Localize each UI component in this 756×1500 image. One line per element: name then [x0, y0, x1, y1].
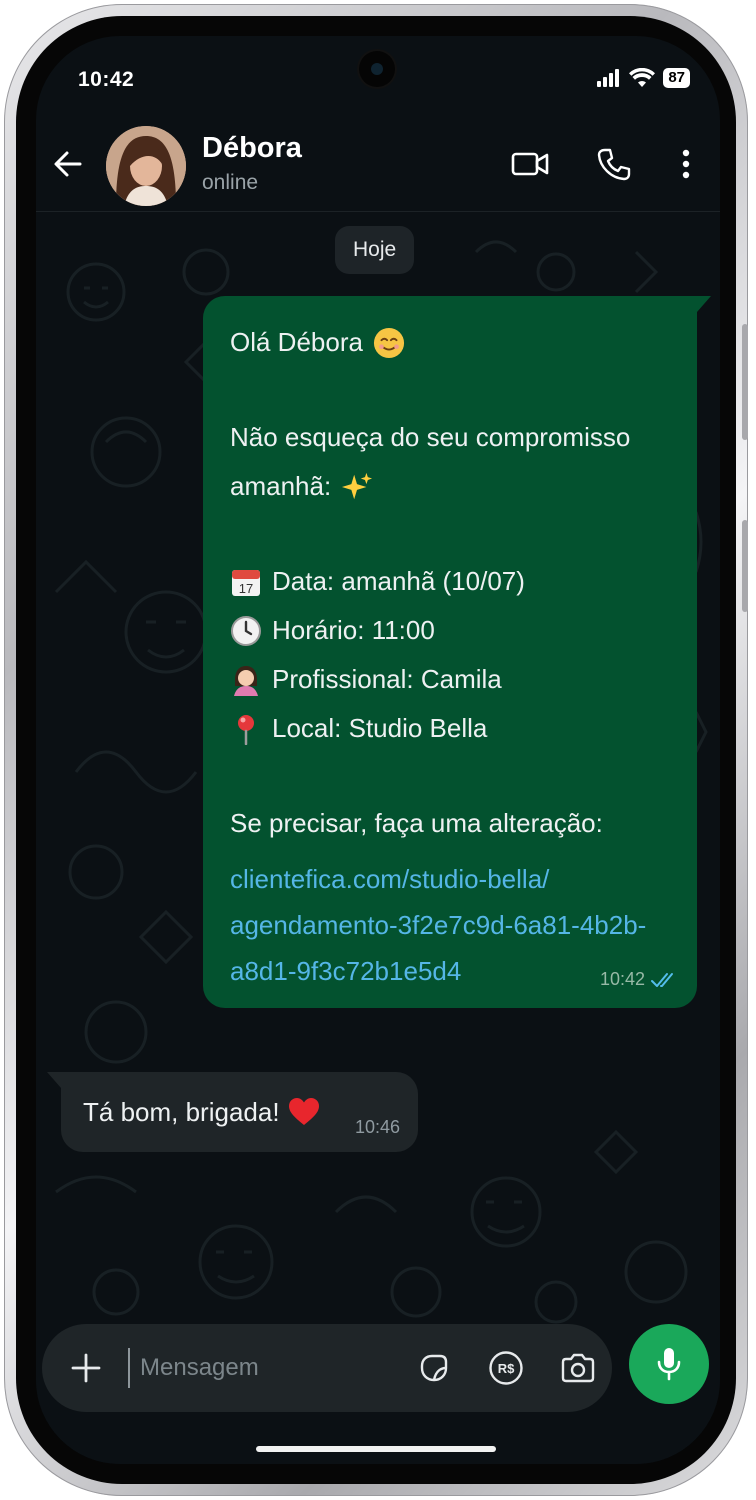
video-call-icon	[511, 152, 549, 176]
message-composer: R$	[42, 1324, 612, 1412]
message-input[interactable]	[140, 1344, 400, 1392]
back-arrow-icon	[54, 151, 82, 177]
woman-emoji-icon	[230, 664, 262, 696]
payment-icon: R$	[489, 1351, 523, 1385]
svg-text:R$: R$	[498, 1361, 515, 1376]
message-line: Se precisar, faça uma alteração:	[230, 799, 670, 848]
camera-icon	[561, 1353, 595, 1383]
reminder-text-cont: amanhã:	[230, 471, 332, 501]
smile-emoji-icon	[373, 327, 405, 359]
time-line: Horário: 11:00	[230, 606, 670, 655]
attach-button[interactable]	[64, 1346, 108, 1390]
contact-status: online	[202, 171, 259, 194]
back-button[interactable]	[46, 142, 90, 186]
more-options-icon	[682, 149, 690, 179]
message-line: Não esqueça do seu compromisso	[230, 413, 670, 462]
date-text: Data: amanhã (10/07)	[272, 566, 525, 596]
message-meta: 10:42	[600, 969, 679, 990]
calendar-emoji-icon: 17	[230, 566, 262, 598]
wifi-icon	[629, 68, 656, 87]
volume-button	[742, 324, 748, 440]
clock-emoji-icon	[230, 615, 262, 647]
status-time: 10:42	[78, 68, 135, 91]
sticker-icon	[420, 1354, 448, 1382]
mic-icon	[657, 1348, 681, 1381]
svg-text:17: 17	[239, 581, 253, 596]
incoming-message-bubble[interactable]: Tá bom, brigada! 10:46	[47, 1072, 418, 1152]
text-cursor	[128, 1348, 130, 1388]
contact-name[interactable]: Débora	[202, 132, 302, 165]
location-line: Local: Studio Bella	[230, 704, 670, 753]
signal-icon	[597, 69, 620, 87]
home-indicator[interactable]	[256, 1446, 496, 1452]
change-prompt-text: Se precisar, faça uma alteração:	[230, 808, 603, 838]
status-bar: 10:42 87	[36, 36, 720, 120]
chat-area[interactable]: Hoje Olá Débora Não esqueça do seu compr…	[36, 212, 720, 1324]
voice-call-button[interactable]	[590, 140, 638, 188]
incoming-message-content: Tá bom, brigada!	[83, 1096, 330, 1128]
location-text: Local: Studio Bella	[272, 713, 488, 743]
time-text: Horário: 11:00	[272, 615, 435, 645]
received-time: 10:46	[354, 1117, 400, 1137]
sparkles-emoji-icon	[341, 471, 373, 503]
incoming-message-text: Tá bom, brigada!	[83, 1096, 280, 1127]
reminder-text: Não esqueça do seu compromisso	[230, 422, 631, 452]
front-camera	[359, 51, 395, 87]
payment-button[interactable]: R$	[486, 1348, 526, 1388]
voice-message-button[interactable]	[629, 1324, 709, 1404]
composer-bar: R$	[36, 1324, 720, 1464]
plus-icon	[71, 1353, 101, 1383]
more-options-button[interactable]	[662, 140, 710, 188]
chat-header: Débora online	[36, 120, 720, 212]
pin-emoji-icon	[230, 713, 262, 745]
phone-screen: 10:42 87 Débora online Hoje Olá Débora N…	[36, 36, 720, 1464]
professional-text: Profissional: Camila	[272, 664, 502, 694]
link-line[interactable]: agendamento-3f2e7c9d-6a81-4b2b-	[230, 902, 670, 948]
outgoing-message-bubble[interactable]: Olá Débora Não esqueça do seu compromiss…	[203, 296, 711, 1008]
avatar-photo-icon	[106, 126, 186, 206]
video-call-button[interactable]	[506, 140, 554, 188]
date-line: 17 Data: amanhã (10/07)	[230, 557, 670, 606]
red-heart-emoji-icon	[288, 1096, 320, 1128]
greeting-text: Olá Débora	[230, 327, 363, 357]
camera-button[interactable]	[558, 1348, 598, 1388]
date-chip: Hoje	[335, 226, 415, 274]
sent-time: 10:42	[599, 969, 645, 989]
message-line: Olá Débora	[230, 318, 670, 367]
contact-avatar[interactable]	[106, 126, 186, 206]
battery-icon: 87	[663, 68, 690, 88]
sticker-button[interactable]	[414, 1348, 454, 1388]
link-line[interactable]: clientefica.com/studio-bella/	[230, 856, 670, 902]
professional-line: Profissional: Camila	[230, 655, 670, 704]
phone-call-icon	[597, 148, 631, 181]
status-icons: 87	[597, 68, 690, 88]
read-ticks-icon	[651, 972, 673, 987]
power-button	[742, 520, 748, 612]
message-line: amanhã:	[230, 462, 670, 511]
